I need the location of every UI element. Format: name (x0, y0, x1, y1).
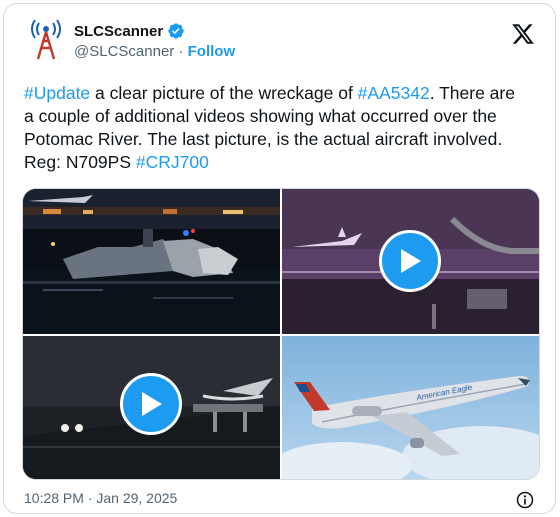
info-icon[interactable] (515, 490, 535, 510)
tweet-header: SLCScanner @SLCScanner · Follow (24, 16, 535, 66)
follow-button[interactable]: Follow (188, 43, 236, 60)
tweet-footer: 10:28 PM · Jan 29, 2025 (24, 490, 535, 510)
aircraft-photo-image (282, 336, 539, 479)
handle-row: @SLCScanner · Follow (74, 43, 235, 60)
wreckage-photo-image (23, 189, 280, 334)
display-name-row: SLCScanner (74, 22, 235, 40)
media-video-2[interactable] (23, 336, 280, 479)
handle[interactable]: @SLCScanner (74, 43, 174, 60)
play-icon (401, 249, 421, 273)
radio-tower-icon (31, 20, 61, 60)
verified-badge-icon (168, 23, 184, 39)
play-icon (142, 392, 162, 416)
author-names: SLCScanner @SLCScanner · Follow (74, 22, 235, 61)
tweet-card: SLCScanner @SLCScanner · Follow #Update … (3, 3, 556, 514)
display-name[interactable]: SLCScanner (74, 23, 163, 40)
tweet-text-part-1: a clear picture of the wreckage of (90, 83, 358, 103)
avatar[interactable] (24, 18, 68, 62)
timestamp[interactable]: 10:28 PM · Jan 29, 2025 (24, 490, 177, 506)
media-grid: American Eagle (22, 188, 540, 480)
hashtag-flight[interactable]: #AA5342 (358, 83, 430, 103)
media-photo-wreckage[interactable] (23, 189, 280, 334)
x-logo-icon[interactable] (511, 22, 535, 46)
handle-separator: · (178, 43, 184, 60)
media-video-1[interactable] (282, 189, 539, 334)
media-photo-aircraft[interactable]: American Eagle (282, 336, 539, 479)
play-video-1-button[interactable] (379, 230, 441, 292)
hashtag-update[interactable]: #Update (24, 83, 90, 103)
play-video-2-button[interactable] (120, 373, 182, 435)
tweet-text: #Update a clear picture of the wreckage … (24, 82, 524, 174)
hashtag-aircraft-type[interactable]: #CRJ700 (136, 152, 209, 172)
